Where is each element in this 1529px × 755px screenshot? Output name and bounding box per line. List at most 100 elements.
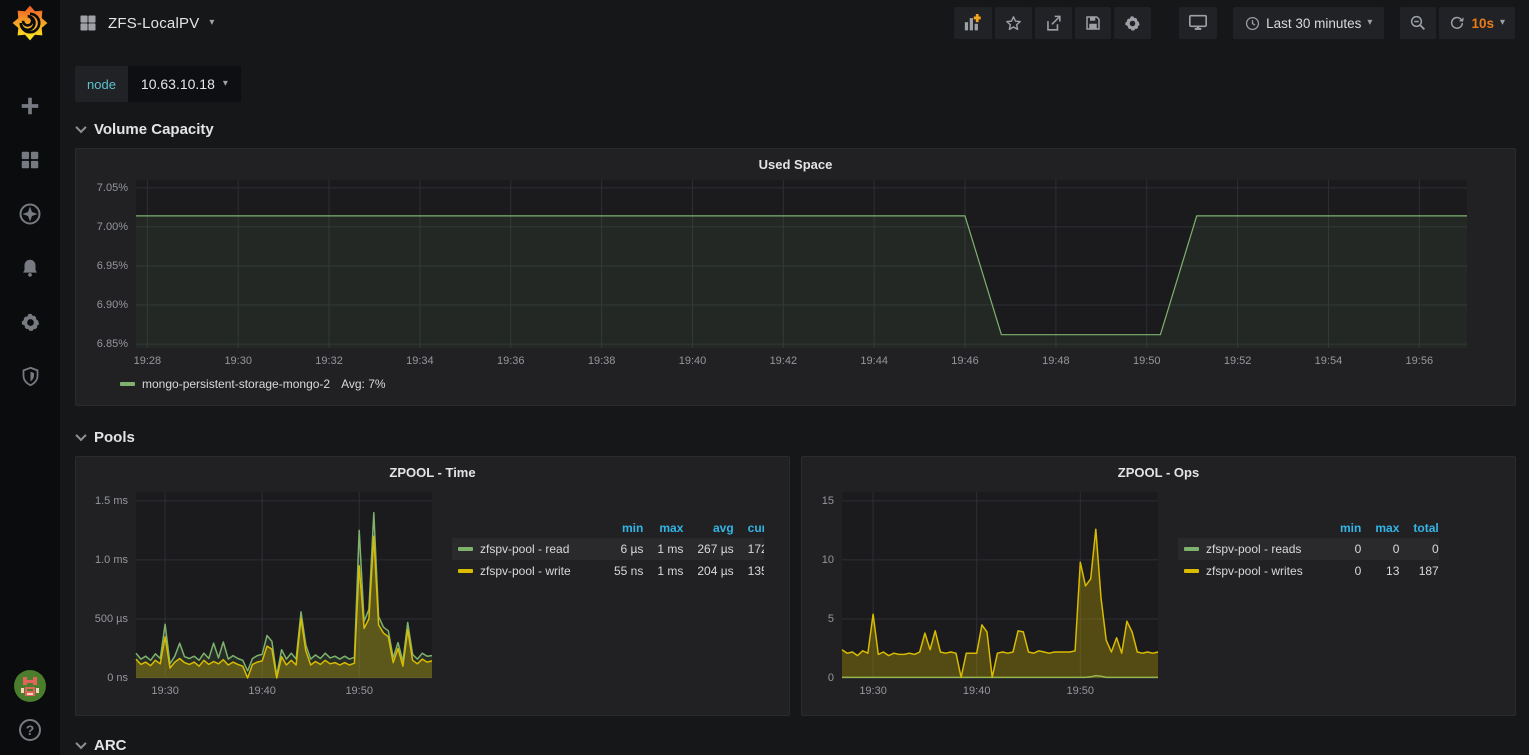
zpool-ops-legend: min max total zfspv-pool - reads 0 — [1164, 482, 1505, 711]
series-toggle[interactable]: zfspv-pool - write — [458, 564, 600, 578]
series-swatch — [1184, 569, 1199, 573]
sidebar-item-explore[interactable] — [13, 199, 47, 229]
refresh-picker[interactable]: 10s ▾ — [1439, 7, 1515, 39]
series-toggle[interactable]: zfspv-pool - reads — [1184, 542, 1326, 556]
dashboard-content: node 10.63.10.18 ▾ Volume Capacity Used … — [60, 46, 1529, 755]
series-swatch — [120, 382, 135, 386]
section-title: Pools — [94, 429, 135, 446]
chevron-down-icon: ▾ — [1500, 18, 1505, 28]
legend-col-current[interactable]: current — [734, 518, 764, 538]
legend-min: 6 µs — [600, 538, 643, 560]
y-axis-tick-label: 15 — [812, 495, 834, 507]
y-axis-tick-label: 0 ns — [86, 672, 128, 684]
x-axis-tick-label: 19:48 — [1030, 355, 1082, 367]
dashboards-grid-icon — [19, 149, 41, 171]
x-axis-tick-label: 19:50 — [1121, 355, 1173, 367]
dashboard-icon — [78, 13, 98, 33]
magnifier-minus-icon — [1409, 14, 1427, 32]
x-axis-tick-label: 19:32 — [303, 355, 355, 367]
y-axis-tick-label: 6.85% — [86, 338, 128, 350]
grafana-logo[interactable] — [0, 0, 60, 46]
x-axis-tick-label: 19:28 — [121, 355, 173, 367]
compass-icon — [18, 202, 42, 226]
chevron-down-icon — [75, 122, 86, 133]
series-name: zfspv-pool - write — [480, 564, 571, 578]
help-button[interactable]: ? — [19, 719, 41, 741]
series-toggle[interactable]: zfspv-pool - writes — [1184, 564, 1326, 578]
legend-col-max[interactable]: max — [1361, 518, 1399, 538]
x-axis-tick-label: 19:36 — [485, 355, 537, 367]
page-title: ZFS-LocalPV — [108, 15, 199, 32]
gear-icon — [19, 311, 42, 334]
x-axis-tick-label: 19:52 — [1212, 355, 1264, 367]
legend-col-total[interactable]: total — [1399, 518, 1438, 538]
used-space-graph[interactable]: 6.85%6.90%6.95%7.00%7.05%19:2819:3019:32… — [86, 174, 1505, 372]
save-dashboard-button[interactable] — [1075, 7, 1111, 39]
sidebar-item-server-admin[interactable] — [13, 361, 47, 391]
panel-used-space: Used Space 6.85%6.90%6.95%7.00%7.05%19:2… — [75, 148, 1516, 406]
sidebar: ? — [0, 0, 60, 755]
star-dashboard-button[interactable] — [995, 7, 1032, 39]
legend-total: 0 — [1399, 538, 1438, 560]
share-dashboard-button[interactable] — [1035, 7, 1072, 39]
zpool-time-graph[interactable]: 0 ns500 µs1.0 ms1.5 ms19:3019:4019:50 — [86, 482, 438, 704]
legend-col-min[interactable]: min — [1326, 518, 1361, 538]
cycle-view-mode-button[interactable] — [1179, 7, 1217, 39]
series-toggle[interactable]: zfspv-pool - read — [458, 542, 600, 556]
x-axis-tick-label: 19:50 — [333, 685, 385, 697]
zoom-out-button[interactable] — [1400, 7, 1436, 39]
sidebar-item-configuration[interactable] — [13, 307, 47, 337]
section-title: ARC — [94, 737, 127, 754]
add-panel-button[interactable] — [954, 7, 992, 39]
legend-min: 0 — [1326, 560, 1361, 582]
legend-row-read: zfspv-pool - read 6 µs 1 ms 267 µs 172 µ… — [452, 538, 764, 560]
variable-node-picker[interactable]: node 10.63.10.18 ▾ — [75, 66, 241, 102]
section-pools[interactable]: Pools — [77, 424, 1516, 450]
y-axis-tick-label: 10 — [812, 554, 834, 566]
legend-current: 172 µs — [734, 538, 764, 560]
user-avatar[interactable] — [13, 671, 47, 701]
legend-col-avg[interactable]: avg — [683, 518, 733, 538]
panel-zpool-time: ZPOOL - Time 0 ns500 µs1.0 ms1.5 ms19:30… — [75, 456, 790, 716]
section-volume-capacity[interactable]: Volume Capacity — [77, 116, 1516, 142]
legend-col-min[interactable]: min — [600, 518, 643, 538]
refresh-icon — [1449, 15, 1465, 31]
create-add-button[interactable] — [13, 91, 47, 121]
x-axis-tick-label: 19:30 — [847, 685, 899, 697]
section-title: Volume Capacity — [94, 121, 214, 138]
section-arc[interactable]: ARC — [77, 732, 1516, 755]
avatar-icon — [13, 669, 47, 703]
time-range-picker[interactable]: Last 30 minutes ▾ — [1233, 7, 1384, 39]
series-avg-value: Avg: 7% — [341, 377, 385, 391]
chevron-down-icon: ▾ — [209, 18, 214, 28]
panel-title[interactable]: Used Space — [86, 153, 1505, 174]
monitor-icon — [1188, 14, 1208, 32]
x-axis-tick-label: 19:38 — [576, 355, 628, 367]
x-axis-tick-label: 19:46 — [939, 355, 991, 367]
series-swatch — [1184, 547, 1199, 551]
panel-title[interactable]: ZPOOL - Time — [86, 461, 779, 482]
panel-title[interactable]: ZPOOL - Ops — [812, 461, 1505, 482]
share-icon — [1044, 14, 1063, 33]
sidebar-item-alerting[interactable] — [13, 253, 47, 283]
sidebar-item-dashboards[interactable] — [13, 145, 47, 175]
legend-col-max[interactable]: max — [643, 518, 683, 538]
y-axis-tick-label: 1.0 ms — [86, 554, 128, 566]
refresh-interval-label: 10s — [1471, 16, 1494, 31]
dashboard-title-picker[interactable]: ZFS-LocalPV ▾ — [78, 13, 214, 33]
zpool-ops-graph[interactable]: 05101519:3019:4019:50 — [812, 482, 1164, 704]
x-axis-tick-label: 19:40 — [951, 685, 1003, 697]
chevron-down-icon — [75, 430, 86, 441]
legend-max: 1 ms — [643, 538, 683, 560]
bell-icon — [19, 257, 41, 279]
x-axis-tick-label: 19:56 — [1393, 355, 1445, 367]
x-axis-tick-label: 19:34 — [394, 355, 446, 367]
legend-row-writes: zfspv-pool - writes 0 13 187 — [1178, 560, 1439, 582]
variable-node-label: node — [75, 66, 128, 102]
dashboard-settings-button[interactable] — [1114, 7, 1151, 39]
submenu: node 10.63.10.18 ▾ — [75, 66, 1516, 102]
series-name[interactable]: mongo-persistent-storage-mongo-2 — [142, 377, 330, 391]
legend-row-reads: zfspv-pool - reads 0 0 0 — [1178, 538, 1439, 560]
question-mark-icon: ? — [26, 722, 35, 738]
series-swatch — [458, 569, 473, 573]
